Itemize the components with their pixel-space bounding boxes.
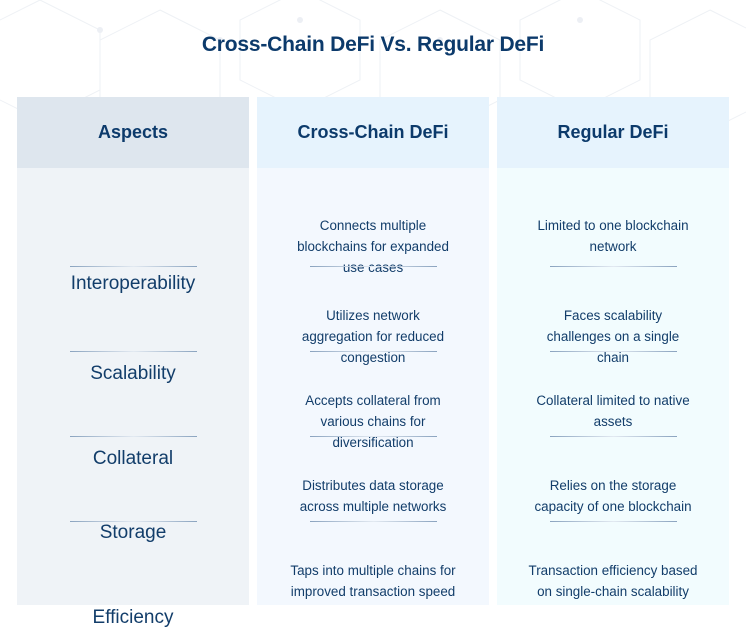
row-divider xyxy=(310,351,437,352)
row-divider xyxy=(70,521,197,522)
cross-chain-description: Connects multiple blockchains for expande… xyxy=(257,215,489,278)
row-divider xyxy=(310,436,437,437)
description-line: Connects multiple xyxy=(319,218,427,233)
cross-chain-body: Connects multiple blockchains for expande… xyxy=(257,168,489,605)
cross-chain-description: Accepts collateral from various chains fo… xyxy=(257,390,489,453)
description-line: Accepts collateral from xyxy=(305,393,441,408)
cross-chain-column: Cross-Chain DeFi Connects multiple blockc… xyxy=(257,97,489,605)
description-line: Taps into multiple chains for xyxy=(290,563,456,578)
page-title: Cross-Chain DeFi Vs. Regular DeFi xyxy=(201,33,545,56)
aspects-header: Aspects xyxy=(17,97,249,168)
row-divider xyxy=(70,351,197,352)
aspect-label-scalability: Scalability xyxy=(90,363,176,384)
cross-chain-description: Utilizes network aggregation for reduced c… xyxy=(257,305,489,368)
regular-description: Limited to one blockchain network xyxy=(497,215,729,257)
description-line: on single-chain scalability xyxy=(537,584,689,599)
description-line: Utilizes network xyxy=(326,308,420,323)
regular-body: Limited to one blockchain network Faces sc… xyxy=(497,168,729,605)
description-line: Faces scalability xyxy=(563,308,663,323)
row-divider xyxy=(70,436,197,437)
cross-chain-header: Cross-Chain DeFi xyxy=(257,97,489,168)
description-line: aggregation for reduced xyxy=(301,329,445,344)
description-line: capacity of one blockchain xyxy=(534,499,692,514)
aspect-label-storage: Storage xyxy=(99,522,167,543)
aspect-label-efficiency: Efficiency xyxy=(92,607,174,628)
description-line: challenges on a single xyxy=(546,329,680,344)
row-divider xyxy=(310,266,437,267)
regular-description: Relies on the storage capacity of one blo… xyxy=(497,475,729,517)
description-line: Limited to one blockchain xyxy=(537,218,689,233)
regular-header: Regular DeFi xyxy=(497,97,729,168)
description-line: network xyxy=(589,239,637,254)
description-line: blockchains for expanded xyxy=(297,239,449,254)
regular-description: Collateral limited to native assets xyxy=(497,390,729,432)
row-divider xyxy=(550,266,677,267)
row-divider xyxy=(550,351,677,352)
aspects-column: Aspects Interoperability Scalability Colla… xyxy=(17,97,249,628)
regular-description: Transaction efficiency based on single-ch… xyxy=(497,560,729,602)
cross-chain-description: Distributes data storage across multiple … xyxy=(257,475,489,517)
description-line: across multiple networks xyxy=(299,499,447,514)
aspects-body: Interoperability Scalability Collateral Sto… xyxy=(17,168,249,628)
row-divider xyxy=(550,521,677,522)
regular-description: Faces scalability challenges on a single c… xyxy=(497,305,729,368)
aspect-label-interoperability: Interoperability xyxy=(70,273,196,294)
row-divider xyxy=(550,436,677,437)
regular-column: Regular DeFi Limited to one blockchain ne… xyxy=(497,97,729,605)
row-divider xyxy=(70,266,197,267)
description-line: assets xyxy=(593,414,633,429)
description-line: Transaction efficiency based xyxy=(528,563,698,578)
description-line: use cases xyxy=(342,260,404,275)
description-line: Relies on the storage xyxy=(549,478,677,493)
row-divider xyxy=(310,521,437,522)
description-line: improved transaction speed xyxy=(290,584,456,599)
description-line: Distributes data storage xyxy=(302,478,444,493)
cross-chain-description: Taps into multiple chains for improved tr… xyxy=(257,560,489,602)
aspect-label-collateral: Collateral xyxy=(92,448,174,469)
description-line: various chains for xyxy=(320,414,426,429)
description-line: Collateral limited to native xyxy=(536,393,690,408)
